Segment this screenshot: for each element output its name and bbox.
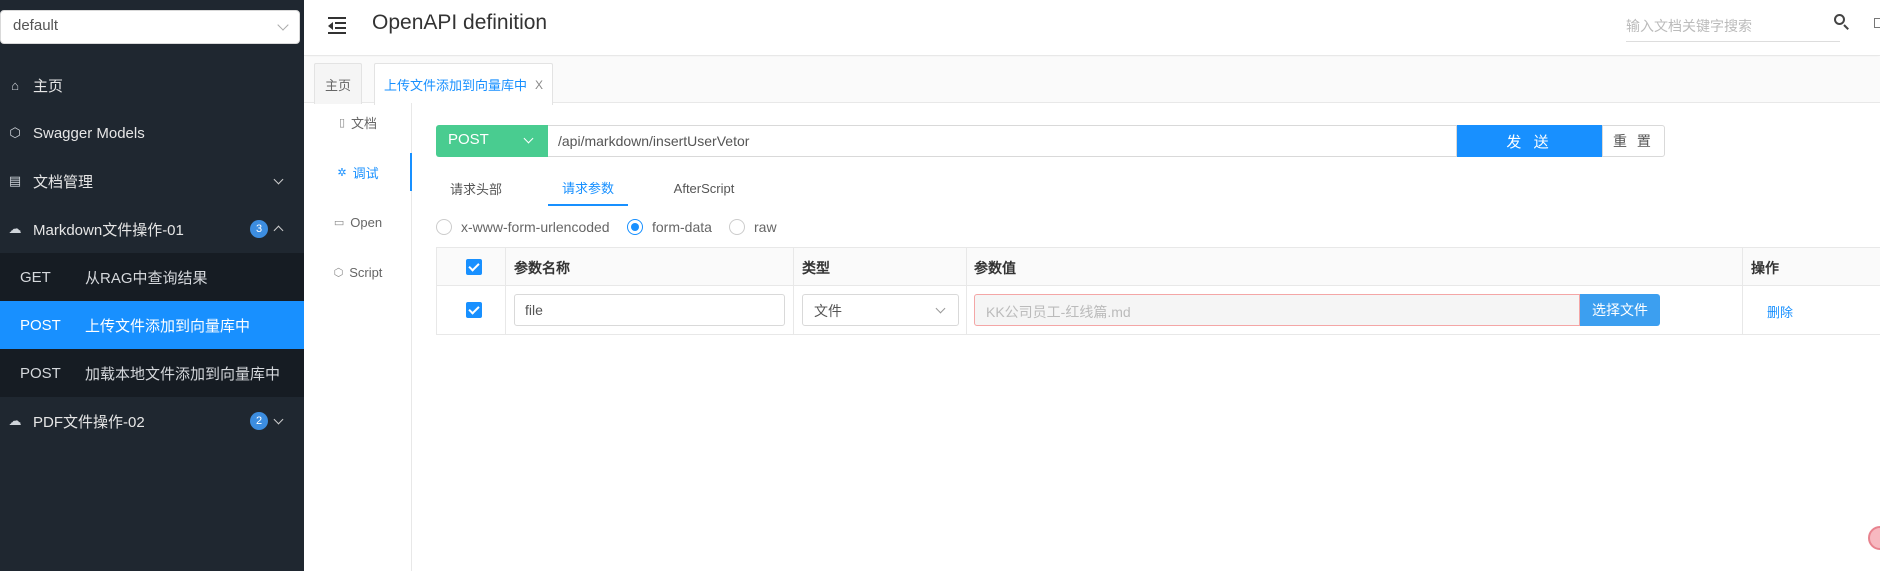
sidebar-group-markdown[interactable]: ☁ Markdown文件操作-01 3 (0, 205, 304, 253)
radio-raw[interactable]: raw (729, 219, 777, 235)
endpoint-method: POST (20, 364, 61, 382)
radio-circle (436, 219, 452, 235)
table-header: 参数名称 类型 参数值 操作 (437, 248, 1880, 286)
menu-fold-icon[interactable] (328, 16, 348, 34)
endpoint-method: GET (20, 268, 51, 286)
column-header-value: 参数值 (974, 260, 1016, 276)
chevron-down-icon (273, 414, 284, 425)
chevron-down-icon (273, 174, 284, 185)
tab-label: 主页 (324, 77, 351, 93)
table-row: file 文件 KK公司员工-红线篇.md 选择文件 删除 (437, 286, 1880, 335)
param-type-value: 文件 (814, 303, 842, 319)
column-header-name: 参数名称 (514, 260, 570, 276)
chevron-down-icon (523, 133, 534, 144)
sidebar-menu: ⌂ 主页 ⬡ Swagger Models ▤ 文档管理 ☁ Markdown文… (0, 61, 304, 445)
sidebar-item-label: 文档管理 (33, 173, 94, 191)
subnav-doc[interactable]: ▯ 文档 (304, 107, 412, 137)
param-name-input[interactable]: file (514, 294, 785, 326)
choose-file-button[interactable]: 选择文件 (1580, 294, 1660, 326)
url-input[interactable]: /api/markdown/insertUserVetor (548, 125, 1457, 157)
radio-label: form-data (652, 219, 712, 235)
tab-request-headers[interactable]: 请求头部 (436, 170, 516, 206)
sidebar-item-doc-manage[interactable]: ▤ 文档管理 (0, 157, 304, 205)
tab-afterscript[interactable]: AfterScript (664, 170, 744, 206)
subnav-script[interactable]: ⬡ Script (304, 257, 412, 287)
sidebar-group-pdf[interactable]: ☁ PDF文件操作-02 2 (0, 397, 304, 445)
radio-circle (627, 219, 643, 235)
subnav-label: 文档 (351, 115, 378, 131)
delete-link[interactable]: 删除 (1767, 302, 1793, 321)
tab-bar: 主页 上传文件添加到向量库中 X (304, 57, 1880, 105)
cube-icon: ⬡ (9, 125, 21, 140)
param-file-input[interactable]: KK公司员工-红线篇.md (974, 294, 1580, 326)
floating-widget-icon[interactable] (1868, 526, 1880, 550)
search-input[interactable]: 输入文档关键字搜索 (1626, 12, 1840, 42)
page-title: OpenAPI definition (372, 11, 548, 34)
radio-circle (729, 219, 745, 235)
chevron-down-icon (277, 19, 289, 31)
close-icon[interactable]: X (535, 78, 543, 92)
document-icon: ▯ (338, 116, 346, 129)
cloud-icon: ☁ (8, 221, 22, 236)
chevron-down-icon (935, 303, 946, 314)
select-all-checkbox[interactable] (466, 259, 482, 275)
home-icon: ⌂ (11, 77, 19, 93)
active-indicator (410, 153, 412, 191)
fullscreen-icon[interactable] (1874, 18, 1880, 28)
bug-icon: ✲ (337, 166, 347, 179)
send-button[interactable]: 发 送 (1457, 125, 1602, 157)
endpoint-item[interactable]: GET 从RAG中查询结果 (0, 253, 304, 301)
method-value: POST (448, 131, 489, 148)
endpoint-label: 加载本地文件添加到向量库中 (85, 365, 281, 383)
sidebar: default ⌂ 主页 ⬡ Swagger Models ▤ 文档管理 ☁ M… (0, 0, 304, 571)
endpoint-item[interactable]: POST 加载本地文件添加到向量库中 (0, 349, 304, 397)
tab-home[interactable]: 主页 (314, 63, 362, 104)
subnav-label: Script (349, 264, 383, 280)
chevron-up-icon (273, 225, 284, 236)
subnav-label: Open (350, 214, 383, 230)
count-badge: 2 (250, 412, 268, 430)
sidebar-item-label: Swagger Models (33, 124, 145, 142)
group-select[interactable]: default (0, 10, 300, 44)
radio-form-data[interactable]: form-data (627, 219, 712, 235)
sidebar-item-swagger-models[interactable]: ⬡ Swagger Models (0, 109, 304, 157)
sidebar-item-label: Markdown文件操作-01 (33, 221, 184, 239)
endpoint-method: POST (20, 316, 61, 334)
params-table: 参数名称 类型 参数值 操作 file 文件 KK公司员工-红线篇.md 选择文… (436, 247, 1880, 335)
endpoint-label: 上传文件添加到向量库中 (85, 317, 251, 335)
column-header-action: 操作 (1751, 260, 1779, 276)
sidebar-item-label: 主页 (33, 77, 64, 95)
tab-upload-endpoint[interactable]: 上传文件添加到向量库中 X (374, 63, 553, 105)
top-header: OpenAPI definition 输入文档关键字搜索 (304, 0, 1880, 56)
group-select-value: default (13, 17, 59, 34)
code-icon: ⬡ (333, 266, 344, 279)
endpoint-label: 从RAG中查询结果 (85, 269, 208, 287)
subnav-debug[interactable]: ✲ 调试 (304, 157, 412, 187)
search-icon[interactable] (1834, 14, 1850, 30)
tab-label: 上传文件添加到向量库中 (383, 78, 527, 93)
sidebar-item-home[interactable]: ⌂ 主页 (0, 61, 304, 109)
method-select[interactable]: POST (436, 125, 548, 157)
file-icon: ▤ (8, 173, 22, 188)
subnav-label: 调试 (352, 165, 379, 181)
cloud-icon: ☁ (8, 413, 22, 428)
column-header-type: 类型 (802, 260, 830, 276)
doc-subnav: ▯ 文档 ✲ 调试 ▭ Open ⬡ Script (304, 103, 412, 571)
file-icon: ▭ (333, 216, 345, 229)
radio-x-www-form-urlencoded[interactable]: x-www-form-urlencoded (436, 219, 610, 235)
count-badge: 3 (250, 220, 268, 238)
subnav-open[interactable]: ▭ Open (304, 207, 412, 237)
param-type-select[interactable]: 文件 (802, 294, 959, 326)
row-checkbox[interactable] (466, 302, 482, 318)
radio-label: x-www-form-urlencoded (461, 219, 610, 235)
tab-request-params[interactable]: 请求参数 (548, 170, 628, 206)
radio-label: raw (754, 219, 777, 235)
endpoint-item-active[interactable]: POST 上传文件添加到向量库中 (0, 301, 304, 349)
reset-button[interactable]: 重 置 (1602, 125, 1665, 157)
sidebar-item-label: PDF文件操作-02 (33, 413, 145, 431)
